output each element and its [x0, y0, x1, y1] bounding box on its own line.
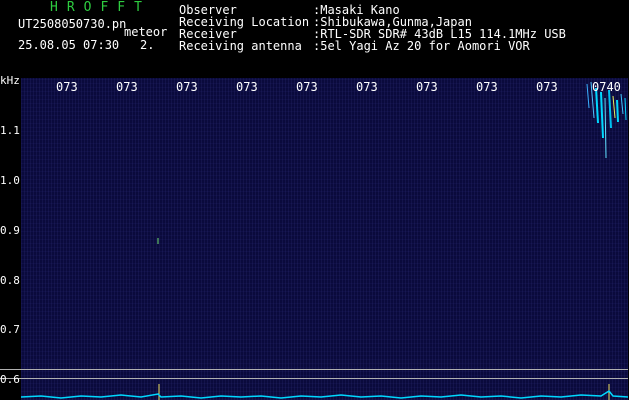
x-tick-label: 073	[176, 80, 198, 94]
y-axis-unit: kHz	[0, 74, 20, 87]
x-tick-label: 073	[116, 80, 138, 94]
y-tick-label: 1.0	[0, 174, 20, 187]
y-tick-label: 0.7	[0, 323, 20, 336]
info-row-antenna: Receiving antenna :5el Yagi Az 20 for Ao…	[179, 40, 566, 52]
station-info: Observer :Masaki Kano Receiving Location…	[179, 4, 566, 52]
info-value: :5el Yagi Az 20 for Aomori VOR	[313, 39, 530, 53]
frequency-marker-line	[21, 378, 628, 379]
x-tick-label: 073	[536, 80, 558, 94]
spectrogram-signals	[21, 81, 628, 400]
y-tick-label: 0.8	[0, 274, 20, 287]
x-tick-label: 073	[416, 80, 438, 94]
signal-level-trace	[21, 390, 628, 399]
x-tick-label: 073	[236, 80, 258, 94]
x-tick-label: 0740	[592, 80, 621, 94]
frequency-marker-line	[0, 369, 21, 370]
x-tick-label: 073	[296, 80, 318, 94]
brand-logo: HROFFT	[50, 0, 151, 15]
y-tick-label: 1.1	[0, 124, 20, 137]
image-filename: UT2508050730.pn	[18, 17, 127, 31]
y-tick-label: 0.6	[0, 373, 20, 386]
info-label: Receiving antenna	[179, 39, 302, 53]
event-count: 2.	[140, 38, 155, 52]
header-panel: HROFFT UT2508050730.pn meteor 25.08.05 0…	[0, 0, 629, 74]
event-label: meteor	[124, 25, 168, 39]
x-tick-label: 073	[56, 80, 78, 94]
observation-datetime: 25.08.05 07:30	[18, 38, 120, 52]
y-tick-label: 0.9	[0, 224, 20, 237]
frequency-marker-line	[21, 369, 628, 370]
x-tick-label: 073	[476, 80, 498, 94]
x-tick-label: 073	[356, 80, 378, 94]
spectrogram-area	[21, 78, 628, 400]
